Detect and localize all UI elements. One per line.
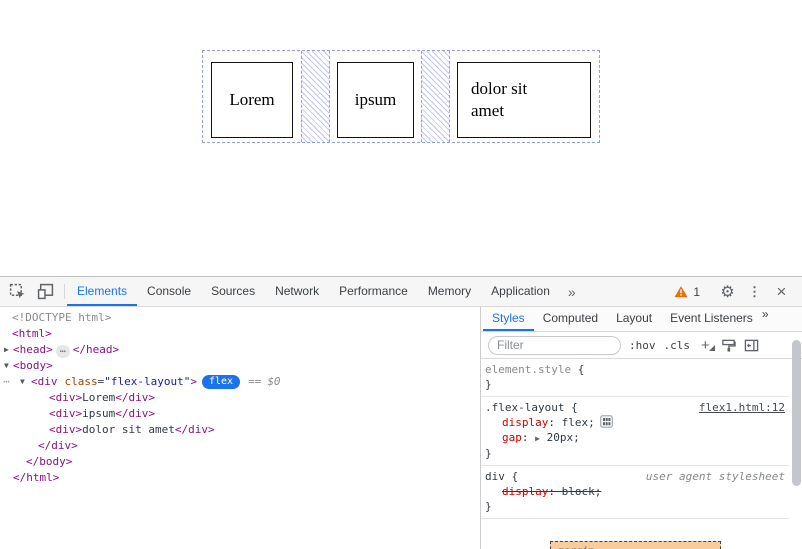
expand-arrow-icon[interactable]: ▶ [4, 342, 9, 358]
toolbar-divider [64, 284, 65, 299]
devtools-tab-bar: Elements Console Sources Network Perform… [67, 277, 584, 306]
flex-item-ipsum: ipsum [337, 62, 414, 138]
styles-toolbar: :hov .cls + [481, 332, 802, 359]
settings-gear-icon[interactable]: ⚙ [714, 282, 741, 302]
tree-node-child-div[interactable]: <div>Lorem</div> [0, 390, 480, 406]
collapsed-content-ellipsis[interactable]: … [56, 345, 70, 358]
tab-console[interactable]: Console [137, 277, 201, 306]
flex-gap-hatch [301, 51, 330, 142]
tree-node-html-close[interactable]: </html> [0, 470, 480, 486]
tree-node-head[interactable]: ▶<head>…</head> [0, 342, 480, 358]
stylesheet-origin-label: user agent stylesheet [646, 469, 785, 484]
dollar-zero-ref: $0 [267, 375, 280, 388]
flex-badge[interactable]: flex [202, 375, 240, 389]
selector[interactable]: element.style [485, 363, 571, 376]
warning-icon [674, 285, 688, 298]
close-devtools-icon[interactable]: × [768, 282, 795, 302]
flex-item-dolor: dolor sit amet [457, 62, 591, 138]
issues-count: 1 [693, 285, 700, 299]
device-toolbar-icon[interactable] [37, 283, 54, 300]
new-style-rule-button[interactable]: + [698, 337, 713, 354]
devtools-menu-icon[interactable]: ⋮ [741, 284, 768, 300]
selector[interactable]: .flex-layout [485, 401, 564, 414]
flex-item-lorem: Lorem [211, 62, 293, 138]
devtools-window: Elements Console Sources Network Perform… [0, 276, 802, 549]
collapse-arrow-icon[interactable]: ▼ [20, 374, 25, 390]
rule-div-user-agent[interactable]: user agent stylesheetdiv { display: bloc… [481, 466, 789, 519]
flex-item-label: Lorem [229, 90, 274, 110]
tree-node-body-open[interactable]: ▼<body> [0, 358, 480, 374]
flex-container-overlay: Lorem ipsum dolor sit amet [202, 50, 600, 143]
style-rules-list: element.style { } flex1.html:12 .flex-lay… [481, 359, 802, 549]
node-options-icon[interactable]: ⋯ [3, 374, 10, 390]
tree-node-child-div[interactable]: <div>dolor sit amet</div> [0, 422, 480, 438]
declaration-gap[interactable]: gap: ▶ 20px; [485, 430, 787, 446]
tree-node-body-close[interactable]: </body> [0, 454, 480, 470]
flex-item-label: dolor sit amet [471, 78, 549, 122]
collapse-arrow-icon[interactable]: ▼ [4, 358, 9, 374]
tab-styles[interactable]: Styles [483, 307, 534, 331]
tree-node-doctype[interactable]: <!DOCTYPE html> [0, 310, 480, 326]
more-tabs-icon[interactable]: » [560, 277, 584, 306]
tab-event-listeners[interactable]: Event Listeners [661, 307, 762, 331]
styles-sidebar: Styles Computed Layout Event Listeners »… [481, 307, 802, 549]
scrollbar-thumb[interactable] [792, 340, 801, 486]
tab-elements[interactable]: Elements [67, 277, 137, 306]
sidebar-tab-bar: Styles Computed Layout Event Listeners » [481, 307, 802, 332]
inspect-element-icon[interactable] [9, 283, 26, 300]
flex-editor-icon[interactable] [600, 415, 613, 428]
selector[interactable]: div [485, 470, 505, 483]
tree-node-child-div[interactable]: <div>ipsum</div> [0, 406, 480, 422]
tab-network[interactable]: Network [265, 277, 329, 306]
declaration-display-flex[interactable]: display: flex; [485, 415, 787, 430]
element-classes-button[interactable]: .cls [664, 339, 691, 352]
tab-computed[interactable]: Computed [534, 307, 607, 331]
styles-filter-input[interactable] [488, 336, 621, 355]
tab-sources[interactable]: Sources [201, 277, 265, 306]
rule-element-style[interactable]: element.style { } [481, 359, 789, 397]
devtools-toolbar: Elements Console Sources Network Perform… [0, 277, 802, 307]
rule-flex-layout[interactable]: flex1.html:12.flex-layout { display: fle… [481, 397, 789, 466]
more-sidebar-tabs-icon[interactable]: » [762, 307, 769, 331]
tree-node-html-open[interactable]: <html> [0, 326, 480, 342]
tab-performance[interactable]: Performance [329, 277, 418, 306]
declaration-display-block-overridden[interactable]: display: block; [485, 484, 787, 499]
toggle-element-state-button[interactable]: :hov [629, 339, 656, 352]
box-model-margin[interactable]: margin [550, 541, 721, 549]
tab-layout[interactable]: Layout [607, 307, 661, 331]
toggle-sidebar-icon[interactable] [744, 338, 759, 353]
rendered-page: Lorem ipsum dolor sit amet [0, 0, 802, 276]
flex-gap-hatch [421, 51, 450, 142]
tree-node-flex-layout-div[interactable]: ⋯▼<divclass="flex-layout">flex==$0 [0, 374, 480, 390]
styles-scrollbar[interactable] [790, 332, 802, 549]
brush-icon[interactable] [721, 338, 736, 353]
tab-memory[interactable]: Memory [418, 277, 481, 306]
stylesheet-source-link[interactable]: flex1.html:12 [699, 400, 785, 415]
elements-tree: <!DOCTYPE html> <html> ▶<head>…</head> ▼… [0, 307, 481, 549]
issues-counter[interactable]: 1 [665, 285, 709, 299]
flex-item-label: ipsum [355, 90, 397, 110]
tree-node-div-close[interactable]: </div> [0, 438, 480, 454]
tab-application[interactable]: Application [481, 277, 560, 306]
